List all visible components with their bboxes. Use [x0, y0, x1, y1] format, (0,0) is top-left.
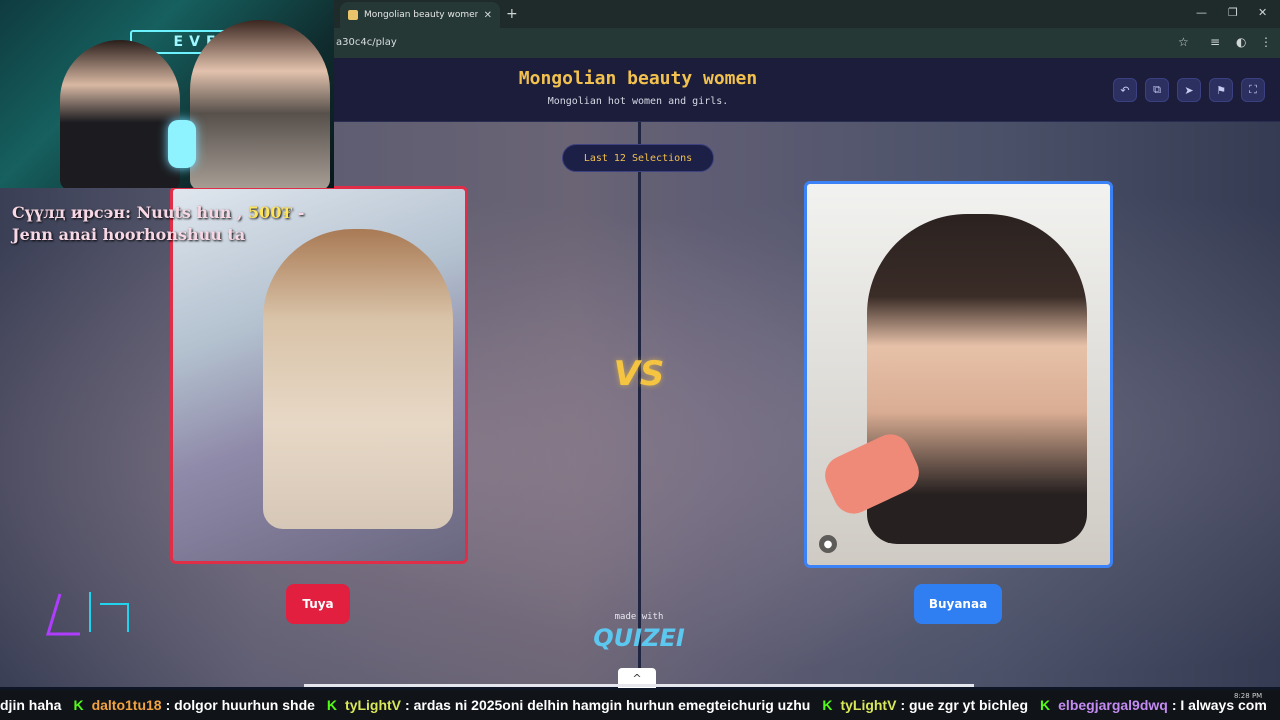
taskbar-clock: 8:28 PM: [1234, 692, 1263, 700]
close-window-button[interactable]: ✕: [1258, 6, 1267, 19]
chat-username: tyLightV: [840, 697, 897, 713]
chat-username: elbegjargal9dwq: [1058, 697, 1168, 713]
menu-kebab-icon[interactable]: ⋮: [1260, 35, 1272, 49]
chat-text: : gue zgr yt bichleg: [900, 697, 1029, 713]
flag-icon[interactable]: ⚑: [1209, 78, 1233, 102]
channel-logo-icon: [45, 592, 129, 636]
send-icon[interactable]: ➤: [1177, 78, 1201, 102]
chat-ticker: djin haha Kdalto1tu18: dolgor huurhun shd…: [0, 690, 1280, 720]
microphone-icon: [168, 120, 196, 168]
webcam-overlay: EVEL: [0, 0, 334, 188]
browser-tab[interactable]: Mongolian beauty women - Ti ✕: [340, 2, 500, 28]
undo-icon[interactable]: ↶: [1113, 78, 1137, 102]
tab-title: Mongolian beauty women - Ti: [364, 10, 478, 20]
donation-amount: 500₮: [248, 203, 293, 222]
media-controls-icon[interactable]: ≡: [1210, 35, 1220, 49]
tab-favicon-icon: [348, 10, 358, 20]
chat-message: Kelbegjargal9dwq: I always com: [1040, 697, 1267, 713]
chat-message: KtyLightV: gue zgr yt bichleg: [822, 697, 1028, 713]
restore-button[interactable]: ❐: [1228, 6, 1238, 19]
donation-alert: Сүүлд ирсэн: Nuuts hun , 500₮ - Jenn ana…: [12, 202, 312, 246]
page-subtitle: Mongolian hot women and girls.: [547, 96, 729, 107]
donation-prefix: Сүүлд ирсэн: Nuuts hun ,: [12, 203, 243, 222]
url-field[interactable]: a30c4c/play: [336, 37, 397, 48]
donation-suffix: -: [297, 203, 305, 222]
share-icon[interactable]: ⧉: [1145, 78, 1169, 102]
vs-icon: VS: [613, 354, 665, 394]
fullscreen-icon[interactable]: ⛶: [1241, 78, 1265, 102]
right-choice-photo: [867, 214, 1087, 544]
streamer-left: [60, 40, 180, 188]
bookmark-star-icon[interactable]: ☆: [1178, 35, 1189, 49]
kick-icon: K: [822, 697, 833, 713]
center-divider: [638, 122, 641, 687]
screen: Mongolian beauty women - Ti ✕ + — ❐ ✕ a3…: [0, 0, 1280, 720]
kick-icon: K: [326, 697, 338, 713]
minimize-button[interactable]: —: [1196, 6, 1207, 19]
chat-username: dalto1tu18: [91, 697, 162, 713]
right-choice-card[interactable]: ●: [804, 181, 1113, 568]
last-selections-button[interactable]: Last 12 Selections: [562, 144, 714, 172]
kick-icon: K: [1040, 697, 1051, 713]
bottom-panel-edge: [304, 684, 974, 687]
chat-message: KtyLightV: ardas ni 2025oni delhin hamgi…: [327, 697, 810, 713]
chat-message: Kdalto1tu18: dolgor huurhun shde: [73, 697, 314, 713]
tab-close-icon[interactable]: ✕: [484, 10, 492, 21]
chat-username: tyLightV: [345, 697, 402, 713]
page-title: Mongolian beauty women: [518, 68, 758, 89]
right-name-button[interactable]: Buyanaa: [914, 584, 1002, 624]
streamer-right: [190, 20, 330, 188]
chat-text: : ardas ni 2025oni delhin hamgin hurhun …: [405, 697, 811, 713]
extension-icon[interactable]: ◐: [1236, 35, 1246, 49]
kick-icon: K: [73, 697, 84, 713]
chat-message: djin haha: [0, 697, 61, 713]
user-icon[interactable]: ●: [819, 535, 837, 553]
new-tab-button[interactable]: +: [506, 6, 518, 22]
donation-message: Jenn anai hoorhonshuu ta: [12, 225, 246, 244]
quizei-logo[interactable]: QUIZEI: [592, 624, 686, 652]
made-with-label: made with: [614, 612, 664, 622]
left-choice-photo: [263, 229, 453, 529]
chat-text: djin haha: [0, 697, 62, 713]
left-name-button[interactable]: Tuya: [286, 584, 350, 624]
chat-text: : dolgor huurhun shde: [165, 697, 315, 713]
